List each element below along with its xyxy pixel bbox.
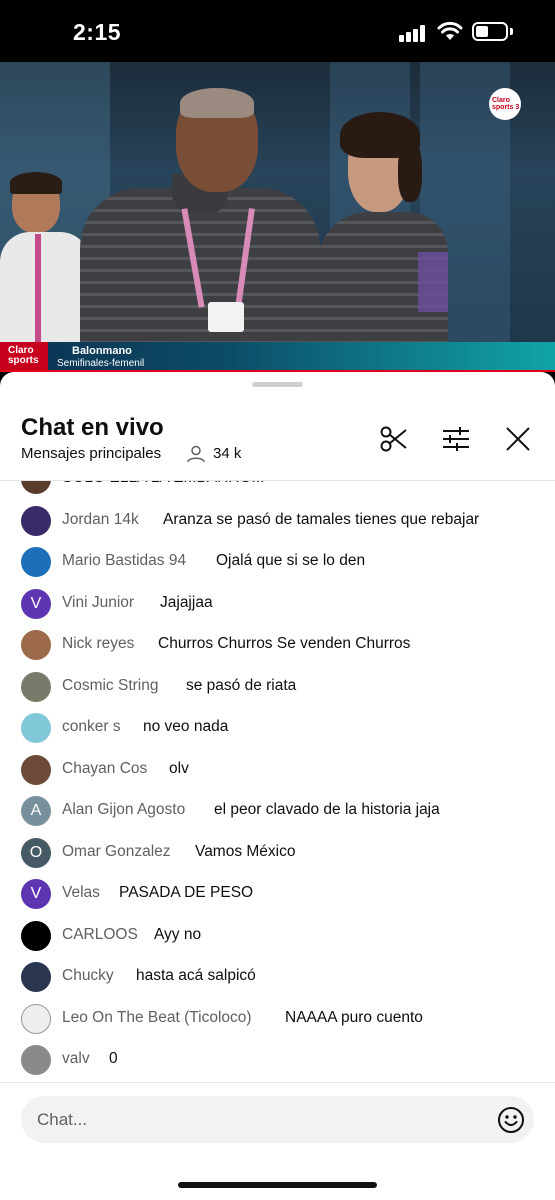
- avatar[interactable]: [21, 505, 51, 536]
- chat-message[interactable]: Chucky hasta acá salpicó: [0, 956, 555, 996]
- message-author[interactable]: Alan Gijon Agosto: [62, 801, 185, 819]
- avatar[interactable]: [21, 754, 51, 785]
- chat-message[interactable]: Cosmic String se pasó de riata: [0, 666, 555, 706]
- avatar[interactable]: [21, 630, 51, 660]
- chat-message[interactable]: Jordan 14k Aranza se pasó de tamales tien…: [0, 500, 555, 540]
- battery-tip: [510, 28, 513, 35]
- scissors-icon[interactable]: [379, 424, 409, 454]
- wifi-icon: [437, 21, 463, 40]
- message-text: olv: [169, 759, 189, 777]
- chat-message[interactable]: V Velas PASADA DE PESO: [0, 873, 555, 913]
- home-indicator[interactable]: [178, 1182, 377, 1188]
- avatar[interactable]: [21, 671, 51, 702]
- message-text: Ayy no: [154, 925, 202, 943]
- chat-message[interactable]: CARLOOS Ayy no: [0, 915, 555, 955]
- avatar[interactable]: V: [21, 588, 51, 619]
- chat-title: Chat en vivo: [21, 414, 164, 441]
- claro-sports-logo-text: Claro sports: [8, 345, 39, 366]
- message-text: Churros Churros Se venden Churros: [158, 635, 411, 652]
- person-icon: [187, 445, 205, 463]
- claro-sports-logo: Claro sports: [0, 342, 48, 372]
- avatar[interactable]: [21, 713, 51, 743]
- person-referee: [80, 88, 320, 352]
- chat-message[interactable]: valv 0: [0, 1039, 555, 1079]
- message-author[interactable]: Cosmic String: [62, 677, 158, 695]
- message-text: 0: [109, 1050, 118, 1067]
- avatar[interactable]: [21, 1003, 51, 1034]
- avatar[interactable]: A: [21, 796, 51, 826]
- video-player[interactable]: Claro sports 3 Claro sports Balonmano Se…: [0, 62, 555, 372]
- message-text: PASADA DE PESO: [119, 884, 254, 901]
- avatar[interactable]: [21, 481, 51, 494]
- message-text: no veo nada: [143, 718, 229, 735]
- chat-message-list[interactable]: SOLO ELLA LA EMBARRO... Jordan 14k Aranza …: [0, 481, 555, 1082]
- avatar[interactable]: O: [21, 837, 51, 868]
- message-author[interactable]: conker s: [62, 718, 121, 736]
- cellular-signal-icon: [399, 24, 427, 42]
- chat-message[interactable]: O Omar Gonzalez Vamos México: [0, 832, 555, 872]
- message-author[interactable]: Mario Bastidas 94: [62, 552, 186, 570]
- avatar[interactable]: [21, 547, 51, 577]
- chat-message[interactable]: Chayan Cos olv: [0, 749, 555, 789]
- message-text: se pasó de riata: [186, 676, 297, 694]
- message-author[interactable]: CARLOOS: [62, 926, 138, 944]
- chat-message[interactable]: A Alan Gijon Agosto el peor clavado de la …: [0, 790, 555, 830]
- message-text: Jajajjaa: [160, 593, 213, 611]
- message-author[interactable]: Omar Gonzalez: [62, 843, 171, 861]
- lower-third-banner: Claro sports Balonmano Semifinales-femen…: [0, 342, 555, 372]
- avatar[interactable]: [21, 962, 51, 992]
- message-text: el peor clavado de la historia jaja: [214, 801, 440, 818]
- message-text: SOLO ELLA LA EMBARRO...: [62, 481, 264, 487]
- chat-input[interactable]: [37, 1108, 477, 1132]
- message-author[interactable]: Leo On The Beat (Ticoloco): [62, 1009, 252, 1027]
- viewer-count: 34 k: [213, 445, 242, 462]
- status-bar: 2:15: [0, 0, 555, 62]
- message-text: Ojalá que si se lo den: [216, 552, 366, 569]
- message-author[interactable]: Nick reyes: [62, 635, 134, 653]
- avatar[interactable]: [21, 920, 51, 951]
- event-title: Balonmano: [72, 345, 132, 357]
- chat-message[interactable]: Leo On The Beat (Ticoloco) NAAAA puro cue…: [0, 998, 555, 1038]
- person-background: [0, 172, 90, 352]
- message-author[interactable]: Velas: [62, 884, 100, 902]
- drag-handle[interactable]: [252, 382, 303, 387]
- message-author[interactable]: valv: [62, 1050, 90, 1068]
- message-author[interactable]: Vini Junior: [62, 594, 134, 612]
- status-time: 2:15: [73, 19, 122, 45]
- avatar[interactable]: V: [21, 879, 51, 909]
- battery-icon: [472, 22, 508, 41]
- channel-logo-text: Claro sports 3: [492, 97, 520, 111]
- message-text: Vamos México: [195, 842, 296, 860]
- footer-divider: [0, 1082, 555, 1083]
- message-text: NAAAA puro cuento: [285, 1008, 423, 1026]
- message-text: hasta acá salpicó: [136, 967, 256, 984]
- person-official: [318, 112, 448, 352]
- avatar[interactable]: [21, 1045, 51, 1075]
- channel-logo: Claro sports 3: [489, 88, 521, 120]
- chat-message[interactable]: conker s no veo nada: [0, 707, 555, 747]
- emoji-icon[interactable]: [497, 1106, 525, 1134]
- chat-message[interactable]: Nick reyes Churros Churros Se venden Chur…: [0, 624, 555, 664]
- chat-message[interactable]: Mario Bastidas 94 Ojalá que si se lo den: [0, 541, 555, 581]
- chat-mode-selector[interactable]: Mensajes principales: [21, 445, 161, 462]
- live-chat-panel: Chat en vivo Mensajes principales 34 k S…: [0, 372, 555, 1200]
- message-text: Aranza se pasó de tamales tienes que reb…: [163, 510, 480, 528]
- filter-icon[interactable]: [441, 424, 471, 454]
- event-subtitle: Semifinales-femenil: [57, 358, 145, 369]
- message-author[interactable]: Jordan 14k: [62, 511, 139, 529]
- chat-input-container[interactable]: [21, 1096, 534, 1143]
- close-icon[interactable]: [503, 424, 533, 454]
- message-author[interactable]: Chucky: [62, 967, 114, 985]
- chat-message[interactable]: SOLO ELLA LA EMBARRO...: [0, 481, 555, 498]
- message-author[interactable]: Chayan Cos: [62, 760, 147, 778]
- chat-message[interactable]: V Vini Junior Jajajjaa: [0, 583, 555, 623]
